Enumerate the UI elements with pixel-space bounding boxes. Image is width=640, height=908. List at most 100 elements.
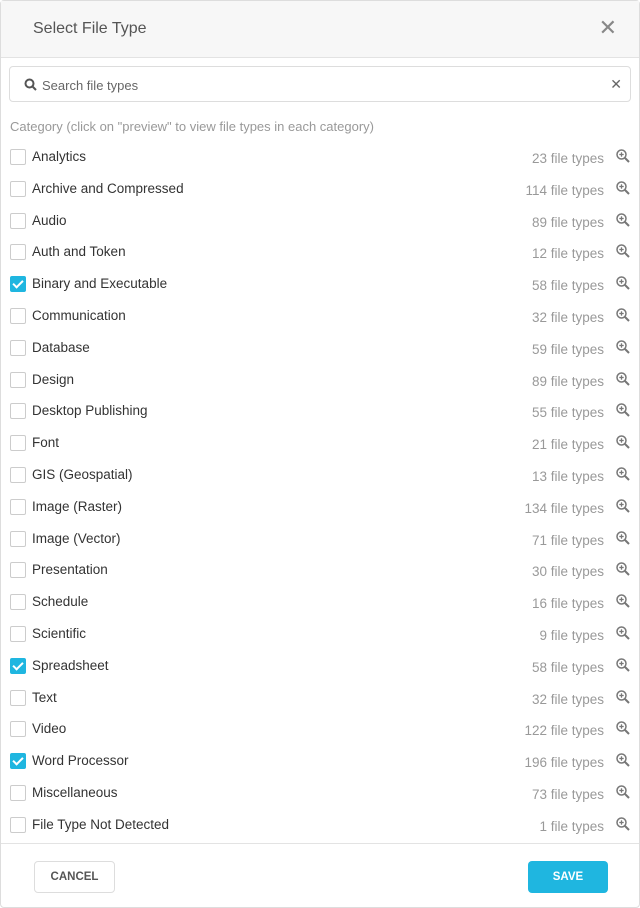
category-checkbox[interactable] bbox=[10, 657, 26, 674]
zoom-in-preview-icon[interactable] bbox=[616, 276, 630, 290]
zoom-in-preview-icon[interactable] bbox=[616, 467, 630, 481]
zoom-in-preview-icon[interactable] bbox=[616, 403, 630, 418]
zoom-in-preview-icon[interactable] bbox=[616, 149, 630, 163]
category-checkbox[interactable] bbox=[10, 244, 26, 261]
category-row[interactable]: Auth and Token 12 file types bbox=[1, 236, 640, 268]
category-name: Image (Raster) bbox=[32, 498, 123, 514]
category-row[interactable]: Archive and Compressed 114 file types bbox=[1, 173, 640, 205]
file-type-count: 196 file types bbox=[524, 755, 604, 771]
category-checkbox[interactable] bbox=[10, 689, 26, 706]
zoom-in-preview-icon[interactable] bbox=[616, 816, 630, 831]
category-row[interactable]: Analytics 23 file types bbox=[1, 141, 640, 173]
zoom-in-preview-icon[interactable] bbox=[616, 340, 630, 354]
category-name: Schedule bbox=[32, 594, 89, 610]
category-name: GIS (Geospatial) bbox=[32, 466, 133, 482]
category-row[interactable]: Font 21 file types bbox=[1, 427, 640, 459]
zoom-in-preview-icon[interactable] bbox=[616, 530, 630, 545]
category-row[interactable]: Miscellaneous 73 file types bbox=[1, 777, 640, 809]
category-row[interactable]: Scientific 9 file types bbox=[1, 618, 640, 650]
category-name: Auth and Token bbox=[32, 244, 126, 260]
category-row[interactable]: Spreadsheet 58 file types bbox=[1, 650, 640, 682]
category-checkbox[interactable] bbox=[10, 562, 26, 579]
search-icon bbox=[24, 78, 37, 91]
category-checkbox[interactable] bbox=[10, 466, 26, 483]
file-type-count: 114 file types bbox=[525, 182, 604, 198]
category-name: Audio bbox=[32, 212, 67, 228]
category-checkbox[interactable] bbox=[10, 435, 26, 452]
category-name: Database bbox=[32, 339, 90, 355]
category-name: Design bbox=[32, 371, 75, 387]
category-row[interactable]: Image (Raster) 134 file types bbox=[1, 491, 640, 523]
file-type-count: 55 file types bbox=[531, 405, 604, 421]
category-checkbox[interactable] bbox=[10, 339, 26, 356]
file-type-count: 13 file types bbox=[531, 468, 604, 484]
dialog-header: Select File Type ✕ bbox=[1, 1, 639, 58]
category-name: Binary and Executable bbox=[32, 276, 168, 292]
file-type-count: 134 file types bbox=[524, 500, 604, 516]
file-type-count: 71 file types bbox=[531, 532, 604, 548]
file-type-count: 73 file types bbox=[531, 786, 604, 802]
dialog-title: Select File Type bbox=[33, 20, 147, 37]
category-name: Scientific bbox=[32, 625, 87, 641]
category-row[interactable]: Design 89 file types bbox=[1, 364, 640, 396]
zoom-in-preview-icon[interactable] bbox=[616, 721, 630, 736]
file-type-count: 12 file types bbox=[531, 246, 604, 262]
category-row[interactable]: Text 32 file types bbox=[1, 682, 640, 714]
category-row[interactable]: File Type Not Detected 1 file types bbox=[1, 809, 640, 841]
zoom-in-preview-icon[interactable] bbox=[616, 594, 630, 608]
zoom-in-preview-icon[interactable] bbox=[616, 181, 630, 195]
category-checkbox[interactable] bbox=[10, 149, 26, 165]
select-file-type-dialog: Select File Type ✕ ✕ Category (click on … bbox=[0, 0, 640, 908]
search-box: ✕ bbox=[9, 66, 631, 102]
category-checkbox[interactable] bbox=[10, 307, 26, 324]
category-checkbox[interactable] bbox=[10, 371, 26, 388]
category-checkbox[interactable] bbox=[10, 816, 26, 833]
category-name: Analytics bbox=[32, 149, 87, 164]
category-checkbox[interactable] bbox=[10, 530, 26, 547]
category-checkbox[interactable] bbox=[10, 403, 26, 420]
category-checkbox[interactable] bbox=[10, 753, 26, 770]
zoom-in-preview-icon[interactable] bbox=[616, 212, 630, 227]
category-checkbox[interactable] bbox=[10, 498, 26, 515]
cancel-button[interactable]: CANCEL bbox=[34, 861, 115, 893]
category-checkbox[interactable] bbox=[10, 180, 26, 197]
category-row[interactable]: Presentation 30 file types bbox=[1, 554, 640, 586]
zoom-in-preview-icon[interactable] bbox=[616, 244, 630, 259]
file-type-count: 30 file types bbox=[531, 564, 604, 580]
category-row[interactable]: Binary and Executable 58 file types bbox=[1, 268, 640, 300]
dialog-footer: CANCEL SAVE bbox=[1, 843, 639, 907]
category-row[interactable]: Communication 32 file types bbox=[1, 300, 640, 332]
category-row[interactable]: Schedule 16 file types bbox=[1, 586, 640, 618]
save-button[interactable]: SAVE bbox=[528, 861, 608, 893]
zoom-in-preview-icon[interactable] bbox=[616, 371, 630, 386]
zoom-in-preview-icon[interactable] bbox=[616, 626, 630, 640]
category-checkbox[interactable] bbox=[10, 594, 26, 611]
zoom-in-preview-icon[interactable] bbox=[616, 308, 630, 322]
zoom-in-preview-icon[interactable] bbox=[616, 435, 630, 449]
category-checkbox[interactable] bbox=[10, 625, 26, 642]
category-row[interactable]: Audio 89 file types bbox=[1, 205, 640, 237]
category-checkbox[interactable] bbox=[10, 784, 26, 801]
zoom-in-preview-icon[interactable] bbox=[616, 785, 630, 799]
category-checkbox[interactable] bbox=[10, 721, 26, 738]
close-icon[interactable]: ✕ bbox=[599, 17, 617, 39]
category-row[interactable]: Image (Vector) 71 file types bbox=[1, 523, 640, 555]
category-row[interactable]: GIS (Geospatial) 13 file types bbox=[1, 459, 640, 491]
zoom-in-preview-icon[interactable] bbox=[616, 689, 630, 704]
file-type-count: 58 file types bbox=[531, 278, 604, 294]
category-checkbox[interactable] bbox=[10, 276, 26, 293]
category-row[interactable]: Database 59 file types bbox=[1, 332, 640, 364]
category-list: Analytics 23 file types Archive and Comp… bbox=[1, 141, 640, 841]
search-input[interactable] bbox=[42, 75, 602, 95]
file-type-count: 89 file types bbox=[531, 373, 604, 389]
category-checkbox[interactable] bbox=[10, 212, 26, 229]
category-row[interactable]: Desktop Publishing 55 file types bbox=[1, 395, 640, 427]
category-row[interactable]: Word Processor 196 file types bbox=[1, 745, 640, 777]
clear-search-icon[interactable]: ✕ bbox=[610, 76, 622, 93]
category-row[interactable]: Video 122 file types bbox=[1, 713, 640, 745]
zoom-in-preview-icon[interactable] bbox=[616, 753, 630, 767]
category-name: File Type Not Detected bbox=[32, 816, 170, 832]
zoom-in-preview-icon[interactable] bbox=[616, 499, 630, 513]
zoom-in-preview-icon[interactable] bbox=[616, 658, 630, 672]
zoom-in-preview-icon[interactable] bbox=[616, 562, 630, 577]
